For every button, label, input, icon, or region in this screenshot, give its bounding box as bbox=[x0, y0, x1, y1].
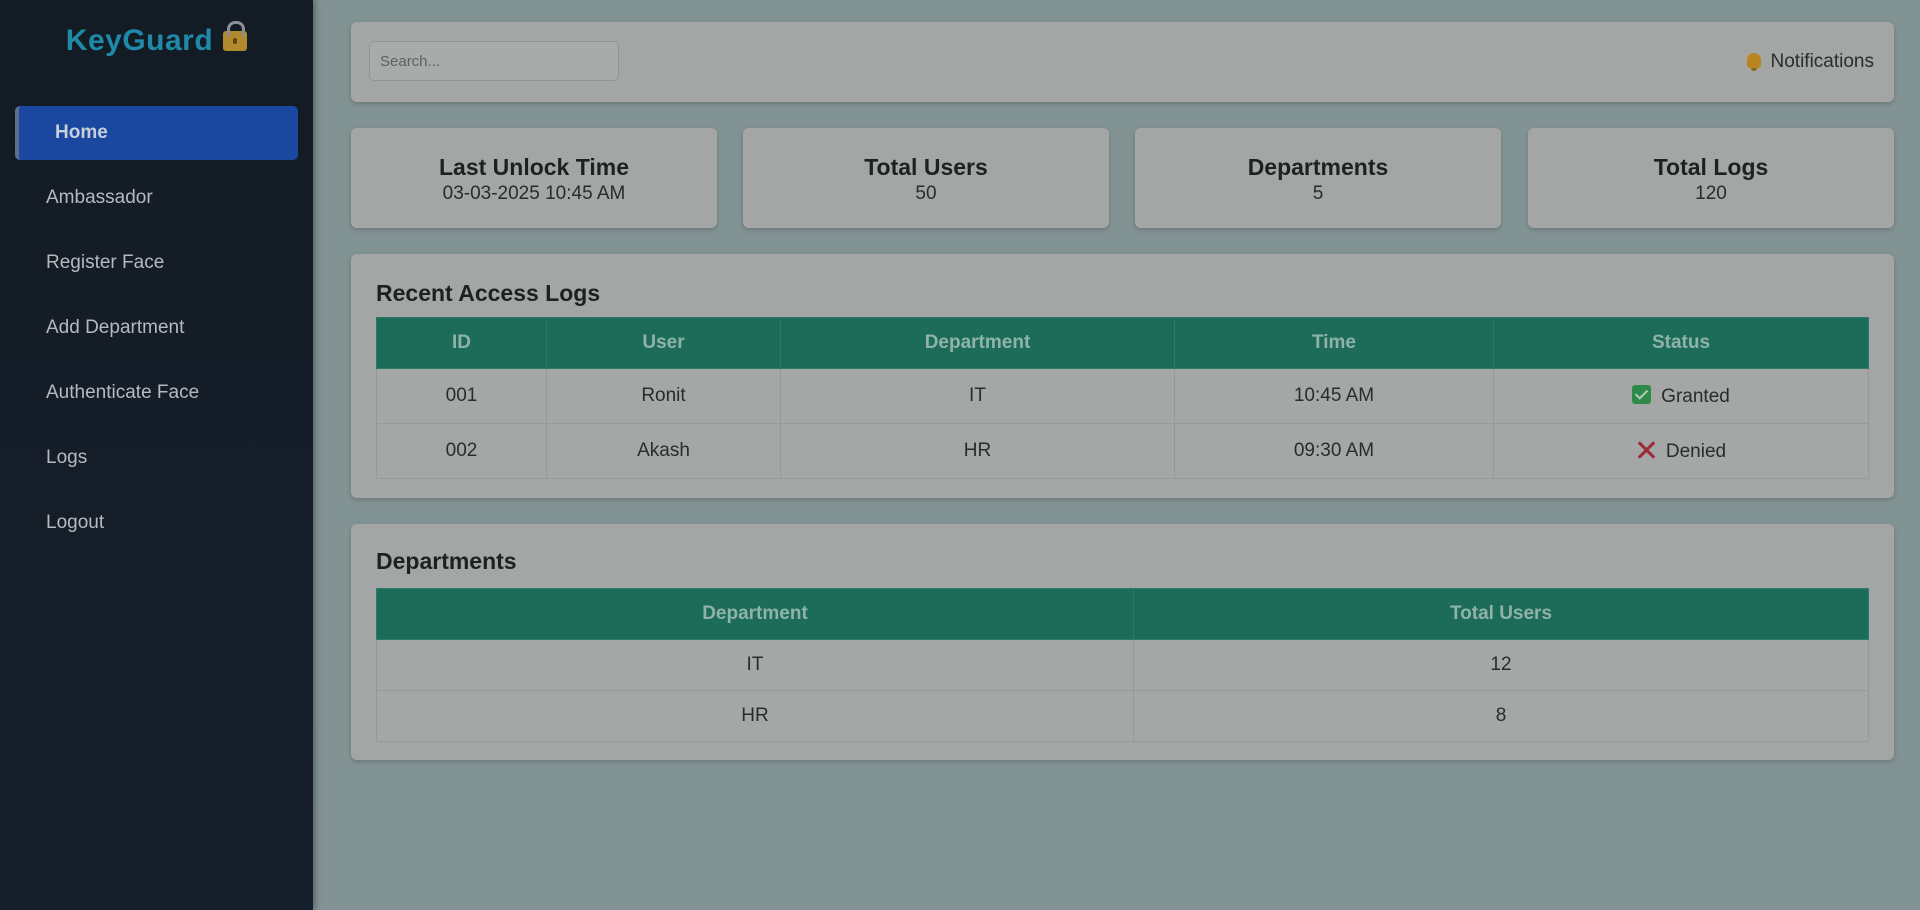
top-bar: Notifications bbox=[351, 22, 1894, 102]
notifications-label: Notifications bbox=[1770, 51, 1875, 72]
brand-name: KeyGuard bbox=[65, 24, 214, 57]
cell-id: 001 bbox=[376, 368, 547, 424]
table-row: HR 8 bbox=[376, 690, 1869, 742]
table-header-row: ID User Department Time Status bbox=[376, 317, 1869, 369]
departments-table: Department Total Users IT 12 HR 8 bbox=[376, 588, 1869, 742]
padlock-icon bbox=[223, 21, 248, 51]
section-title: Departments bbox=[376, 548, 517, 574]
stat-value: 120 bbox=[1695, 183, 1727, 204]
status-text: Granted bbox=[1661, 385, 1730, 407]
bell-icon bbox=[1746, 53, 1761, 71]
status-text: Denied bbox=[1665, 440, 1727, 462]
stat-title: Total Users bbox=[864, 154, 988, 180]
sidebar-item-logs[interactable]: Logs bbox=[15, 431, 298, 485]
cell-department: IT bbox=[780, 368, 1175, 424]
stats-row: Last Unlock Time 03-03-2025 10:45 AM Tot… bbox=[351, 128, 1894, 228]
stat-card-departments: Departments 5 bbox=[1135, 128, 1501, 228]
cell-total-users: 12 bbox=[1133, 639, 1869, 691]
column-header: Time bbox=[1174, 317, 1494, 369]
column-header: Status bbox=[1493, 317, 1869, 369]
sidebar-item-register-face[interactable]: Register Face bbox=[15, 236, 298, 290]
cross-icon bbox=[1636, 440, 1656, 460]
table-row: 002 Akash HR 09:30 AM Denied bbox=[376, 423, 1869, 479]
table-header-row: Department Total Users bbox=[376, 588, 1869, 640]
search-input[interactable] bbox=[369, 41, 619, 81]
cell-user: Akash bbox=[546, 423, 781, 479]
cell-status: Granted bbox=[1493, 368, 1869, 424]
cell-time: 10:45 AM bbox=[1174, 368, 1494, 424]
cell-department: HR bbox=[376, 690, 1134, 742]
stat-value: 5 bbox=[1312, 183, 1324, 204]
brand-logo[interactable]: KeyGuard bbox=[0, 21, 313, 58]
sidebar-item-home[interactable]: Home bbox=[15, 106, 298, 160]
table-row: IT 12 bbox=[376, 639, 1869, 691]
stat-card-total-logs: Total Logs 120 bbox=[1528, 128, 1894, 228]
departments-panel: Departments Department Total Users IT 12… bbox=[351, 524, 1894, 760]
access-logs-table: ID User Department Time Status 001 Ronit… bbox=[376, 317, 1869, 479]
sidebar: KeyGuard Home Ambassador Register Face A… bbox=[0, 0, 313, 910]
check-icon bbox=[1632, 384, 1652, 404]
cell-user: Ronit bbox=[546, 368, 781, 424]
sidebar-item-authenticate-face[interactable]: Authenticate Face bbox=[15, 366, 298, 420]
stat-value: 50 bbox=[915, 183, 937, 204]
cell-department: HR bbox=[780, 423, 1175, 479]
stat-title: Departments bbox=[1247, 154, 1389, 180]
sidebar-item-ambassador[interactable]: Ambassador bbox=[15, 171, 298, 225]
stat-card-total-users: Total Users 50 bbox=[743, 128, 1109, 228]
stat-title: Last Unlock Time bbox=[438, 154, 630, 180]
stat-title: Total Logs bbox=[1653, 154, 1769, 180]
sidebar-item-logout[interactable]: Logout bbox=[15, 496, 298, 550]
recent-access-logs-panel: Recent Access Logs ID User Department Ti… bbox=[351, 254, 1894, 498]
cell-time: 09:30 AM bbox=[1174, 423, 1494, 479]
cell-id: 002 bbox=[376, 423, 547, 479]
column-header: User bbox=[546, 317, 781, 369]
table-row: 001 Ronit IT 10:45 AM Granted bbox=[376, 368, 1869, 424]
column-header: Department bbox=[376, 588, 1134, 640]
sidebar-item-add-department[interactable]: Add Department bbox=[15, 301, 298, 355]
sidebar-nav: Home Ambassador Register Face Add Depart… bbox=[15, 106, 298, 561]
notifications-button[interactable]: Notifications bbox=[1746, 51, 1875, 73]
column-header: Department bbox=[780, 317, 1175, 369]
column-header: Total Users bbox=[1133, 588, 1869, 640]
cell-department: IT bbox=[376, 639, 1134, 691]
section-title: Recent Access Logs bbox=[376, 280, 601, 306]
stat-value: 03-03-2025 10:45 AM bbox=[442, 183, 626, 204]
column-header: ID bbox=[376, 317, 547, 369]
cell-status: Denied bbox=[1493, 423, 1869, 479]
cell-total-users: 8 bbox=[1133, 690, 1869, 742]
stat-card-last-unlock: Last Unlock Time 03-03-2025 10:45 AM bbox=[351, 128, 717, 228]
